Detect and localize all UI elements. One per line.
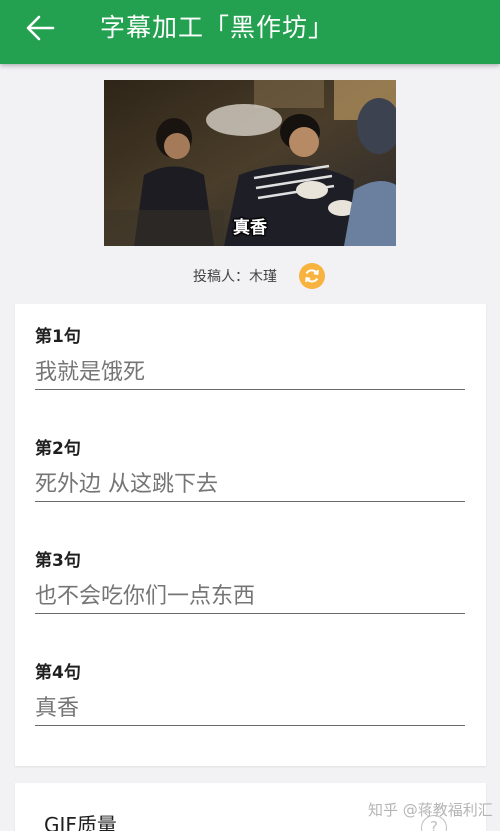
preview-caption: 真香 <box>233 218 267 238</box>
back-button[interactable] <box>22 12 58 44</box>
line-label: 第1句 <box>35 327 81 347</box>
subtitle-lines-card: 第1句 第2句 第3句 第4句 <box>15 304 486 766</box>
gif-preview-image: 真香 <box>104 80 396 246</box>
line-input-1[interactable] <box>35 356 465 390</box>
line-label: 第2句 <box>35 439 81 459</box>
refresh-icon <box>305 269 319 283</box>
author-row: 投稿人：木瑾 <box>0 262 500 290</box>
author-label: 投稿人：木瑾 <box>193 269 277 285</box>
line-label: 第4句 <box>35 663 81 683</box>
line-label: 第3句 <box>35 551 81 571</box>
line-input-3[interactable] <box>35 580 465 614</box>
line-input-2[interactable] <box>35 468 465 502</box>
app-bar: 字幕加工「黑作坊」 <box>0 0 500 64</box>
page-title: 字幕加工「黑作坊」 <box>100 13 335 42</box>
arrow-left-icon <box>26 15 55 41</box>
line-input-4[interactable] <box>35 692 465 726</box>
watermark: 知乎 @蒋教福利汇 <box>368 801 493 819</box>
gif-quality-label: GIF质量 <box>44 813 117 831</box>
refresh-button[interactable] <box>299 263 325 289</box>
